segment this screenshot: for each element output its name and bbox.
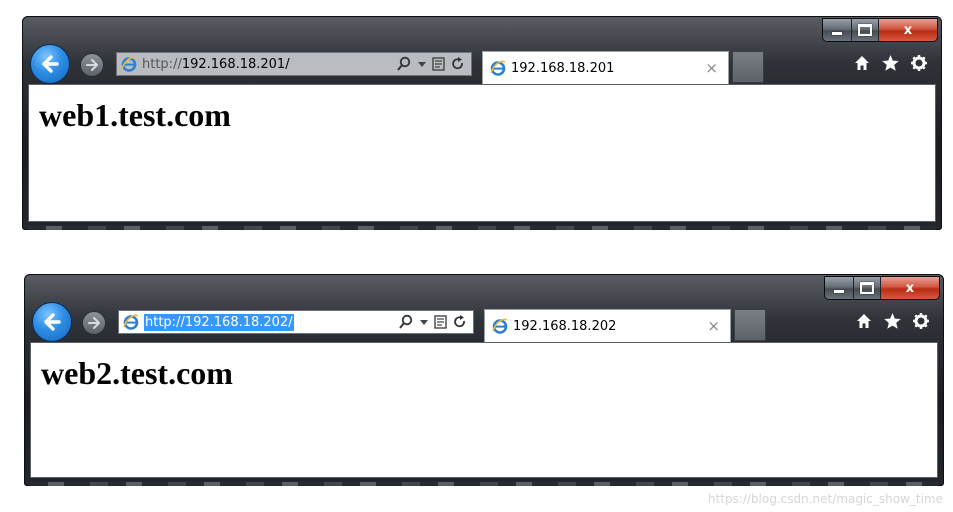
forward-button[interactable] bbox=[82, 311, 106, 335]
forward-arrow-icon bbox=[88, 317, 100, 329]
ie-logo-icon bbox=[123, 314, 139, 330]
refresh-icon[interactable] bbox=[451, 57, 465, 71]
favorites-star-icon[interactable] bbox=[883, 312, 902, 330]
back-button[interactable] bbox=[32, 302, 72, 342]
search-icon[interactable] bbox=[396, 56, 412, 72]
tab-active[interactable]: 192.168.18.202 × bbox=[484, 309, 731, 342]
back-arrow-icon bbox=[42, 55, 59, 73]
caption-buttons: x bbox=[824, 276, 940, 300]
close-button[interactable]: x bbox=[879, 19, 937, 41]
command-icons bbox=[855, 312, 930, 330]
minimize-icon bbox=[834, 290, 844, 293]
compatibility-view-icon[interactable] bbox=[432, 57, 445, 71]
page-content: web2.test.com bbox=[30, 342, 938, 478]
tab-active[interactable]: 192.168.18.201 × bbox=[482, 51, 729, 84]
minimize-button[interactable] bbox=[823, 19, 852, 41]
minimize-button[interactable] bbox=[825, 277, 854, 299]
ie-logo-icon bbox=[121, 56, 137, 72]
browser-window-1: x http://192.168.18.201/ 192.168.18.201 … bbox=[22, 16, 942, 230]
favorites-star-icon[interactable] bbox=[881, 54, 900, 72]
tab-title: 192.168.18.202 bbox=[513, 318, 617, 334]
refresh-icon[interactable] bbox=[453, 315, 467, 329]
maximize-button[interactable] bbox=[852, 19, 879, 41]
address-tools bbox=[396, 56, 465, 72]
close-button[interactable]: x bbox=[881, 277, 939, 299]
forward-button[interactable] bbox=[80, 53, 104, 77]
address-tools bbox=[398, 314, 467, 330]
maximize-icon bbox=[860, 282, 874, 294]
home-icon[interactable] bbox=[855, 312, 873, 330]
home-icon[interactable] bbox=[853, 54, 871, 72]
forward-arrow-icon bbox=[86, 59, 98, 71]
page-content: web1.test.com bbox=[28, 84, 936, 222]
watermark-text: https://blog.csdn.net/magic_show_time bbox=[707, 492, 943, 506]
dropdown-chevron-icon[interactable] bbox=[418, 60, 426, 68]
close-icon: x bbox=[903, 22, 913, 38]
maximize-button[interactable] bbox=[854, 277, 881, 299]
page-heading: web1.test.com bbox=[39, 97, 231, 133]
new-tab-button[interactable] bbox=[732, 51, 764, 83]
page-heading: web2.test.com bbox=[41, 355, 233, 391]
address-bar[interactable]: http://192.168.18.202/ bbox=[118, 310, 474, 334]
caption-buttons: x bbox=[822, 18, 938, 42]
tab-title: 192.168.18.201 bbox=[511, 60, 615, 76]
browser-window-2: x http://192.168.18.202/ 192.168.18.202 … bbox=[24, 274, 944, 486]
back-button[interactable] bbox=[30, 44, 70, 84]
dropdown-chevron-icon[interactable] bbox=[420, 318, 428, 326]
back-arrow-icon bbox=[44, 313, 61, 331]
close-icon: x bbox=[905, 280, 915, 296]
tab-close-icon[interactable]: × bbox=[705, 59, 718, 77]
ie-logo-icon bbox=[492, 318, 508, 334]
compatibility-view-icon[interactable] bbox=[434, 315, 447, 329]
address-url-selected: http://192.168.18.202/ bbox=[144, 313, 294, 331]
ie-logo-icon bbox=[490, 60, 506, 76]
address-url: http://192.168.18.201/ bbox=[142, 56, 290, 72]
search-icon[interactable] bbox=[398, 314, 414, 330]
command-icons bbox=[853, 54, 928, 72]
new-tab-button[interactable] bbox=[734, 309, 766, 341]
settings-gear-icon[interactable] bbox=[910, 54, 928, 72]
settings-gear-icon[interactable] bbox=[912, 312, 930, 330]
minimize-icon bbox=[832, 32, 842, 35]
address-bar[interactable]: http://192.168.18.201/ bbox=[116, 52, 472, 76]
maximize-icon bbox=[858, 24, 872, 36]
tab-close-icon[interactable]: × bbox=[707, 317, 720, 335]
